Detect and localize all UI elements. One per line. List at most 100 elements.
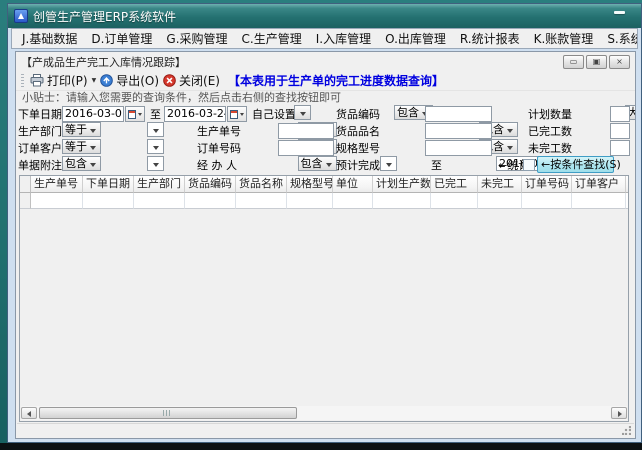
scrollbar-thumb[interactable] — [39, 407, 297, 419]
undone-qty-label: 未完工数 — [528, 141, 572, 156]
window-title: 创管生产管理ERP系统软件 — [33, 8, 176, 25]
undone-qty-input[interactable] — [610, 140, 630, 156]
grid-cell[interactable] — [236, 193, 287, 209]
horizontal-scrollbar[interactable] — [21, 406, 627, 420]
menu-item-6[interactable]: R.统计报表 — [460, 30, 520, 47]
grid-column-header-12[interactable]: 单据附注 — [626, 176, 629, 193]
done-qty-input[interactable] — [610, 123, 630, 139]
dept-label: 生产部门 — [18, 124, 62, 139]
window-titlebar[interactable]: 创管生产管理ERP系统软件 — [8, 4, 641, 28]
done-qty-label: 已完工数 — [528, 124, 572, 139]
chevron-down-icon — [138, 113, 142, 116]
expect-finish-label: 预计完成 — [336, 158, 380, 173]
grid-column-header-4[interactable]: 货品名称 — [236, 176, 287, 193]
grid-cell[interactable] — [373, 193, 431, 209]
menu-item-7[interactable]: K.账款管理 — [534, 30, 594, 47]
menu-item-5[interactable]: O.出库管理 — [385, 30, 446, 47]
print-label: 打印(P) — [47, 72, 88, 89]
grid-column-header-3[interactable]: 货品编码 — [185, 176, 236, 193]
prod-no-label: 生产单号 — [197, 124, 241, 139]
custom-setting-label: 自己设置 — [252, 107, 296, 122]
order-date-to-input[interactable]: 2016-03-24 — [164, 106, 226, 122]
print-dropdown-caret[interactable]: ▼ — [92, 77, 97, 84]
close-form-label: 关闭(E) — [179, 72, 220, 89]
status-bar — [17, 423, 634, 437]
toolbar-note: 【本表用于生产单的完工进度数据查询】 — [228, 72, 444, 89]
grid-cell[interactable] — [185, 193, 236, 209]
child-minimize-button[interactable]: ▭ — [563, 55, 584, 69]
window-minimize-button[interactable] — [614, 11, 625, 14]
scroll-right-button[interactable] — [611, 407, 627, 419]
grid-column-header-7[interactable]: 计划生产数 — [373, 176, 431, 193]
grid-cell[interactable] — [478, 193, 522, 209]
grid-empty-row[interactable] — [20, 193, 629, 209]
handler-label: 经 办 人 — [197, 158, 237, 173]
grid-column-header-9[interactable]: 未完工 — [478, 176, 522, 193]
menu-item-3[interactable]: C.生产管理 — [242, 30, 302, 47]
grid-column-header-8[interactable]: 已完工 — [431, 176, 478, 193]
prod-no-input[interactable] — [278, 123, 334, 139]
grid-cell[interactable] — [522, 193, 572, 209]
remark-op-select[interactable]: 包含 — [62, 156, 101, 171]
printer-icon — [30, 74, 44, 87]
customer-op-select[interactable]: 等于 — [62, 139, 101, 154]
grid-column-header-10[interactable]: 订单号码 — [522, 176, 572, 193]
plan-qty-input[interactable] — [610, 106, 630, 122]
arrow-left-icon — [27, 411, 31, 417]
grid-cell[interactable] — [287, 193, 333, 209]
print-button[interactable]: 打印(P) ▼ — [30, 72, 96, 89]
handler-op-select[interactable]: 包含 — [298, 156, 337, 171]
grid-cell[interactable] — [333, 193, 373, 209]
child-maximize-button[interactable]: ▣ — [586, 55, 607, 69]
grid-cell[interactable] — [83, 193, 134, 209]
child-window-controls: ▭ ▣ × — [563, 55, 630, 69]
customer-label: 订单客户 — [18, 141, 62, 156]
customer-select[interactable] — [147, 139, 164, 154]
menu-item-1[interactable]: D.订单管理 — [91, 30, 152, 47]
remark-select[interactable] — [147, 156, 164, 171]
dept-select[interactable] — [147, 122, 164, 137]
screen-bottom-edge — [0, 443, 642, 450]
scroll-left-button[interactable] — [21, 407, 37, 419]
order-date-to-calendar-button[interactable] — [227, 106, 247, 122]
grid-column-header-0[interactable]: 生产单号 — [31, 176, 83, 193]
grid-column-header-11[interactable]: 订单客户 — [572, 176, 626, 193]
menu-item-8[interactable]: S.系统管理 — [607, 30, 638, 47]
dept-op-select[interactable]: 等于 — [62, 122, 101, 137]
order-no-input[interactable] — [278, 140, 334, 156]
grid-cell[interactable] — [134, 193, 185, 209]
grid-cell[interactable] — [572, 193, 626, 209]
calendar-icon — [230, 110, 238, 119]
child-window-titlebar[interactable]: 【产成品生产完工入库情况跟踪】 ▭ ▣ × — [16, 52, 635, 71]
order-date-from-calendar-button[interactable] — [125, 106, 145, 122]
menu-item-2[interactable]: G.采购管理 — [166, 30, 227, 47]
order-no-label: 订单号码 — [197, 141, 241, 156]
grid-cell[interactable] — [431, 193, 478, 209]
menu-item-4[interactable]: I.入库管理 — [316, 30, 371, 47]
grid-column-header-6[interactable]: 单位 — [333, 176, 373, 193]
export-button[interactable]: 导出(O) — [100, 72, 159, 89]
resize-grip-icon[interactable] — [622, 426, 631, 435]
close-icon — [163, 74, 176, 87]
child-close-button[interactable]: × — [609, 55, 630, 69]
item-name-input[interactable] — [425, 123, 492, 139]
search-button[interactable]: ←按条件查找(S) — [537, 156, 614, 173]
custom-setting-select[interactable] — [294, 105, 311, 120]
menu-item-0[interactable]: J.基础数据 — [22, 30, 77, 47]
grid-row-selector[interactable] — [20, 193, 31, 209]
handler-select[interactable] — [380, 156, 397, 171]
order-date-from-input[interactable]: 2016-03-01 — [62, 106, 124, 122]
spec-input[interactable] — [425, 140, 492, 156]
statistics-checkbox[interactable] — [523, 159, 535, 171]
close-form-button[interactable]: 关闭(E) — [163, 72, 220, 89]
grid-cell[interactable] — [626, 193, 629, 209]
expect-to-label: 至 — [431, 158, 442, 173]
export-label: 导出(O) — [116, 72, 159, 89]
grid-column-header-1[interactable]: 下单日期 — [83, 176, 134, 193]
grid-column-header-2[interactable]: 生产部门 — [134, 176, 185, 193]
menu-items: J.基础数据 D.订单管理 G.采购管理 C.生产管理 I.入库管理 O.出库管理 R.统计… — [22, 30, 638, 47]
item-code-input[interactable] — [425, 106, 492, 122]
item-name-label: 货品品名 — [336, 124, 380, 139]
grid-cell[interactable] — [31, 193, 83, 209]
grid-column-header-5[interactable]: 规格型号 — [287, 176, 333, 193]
